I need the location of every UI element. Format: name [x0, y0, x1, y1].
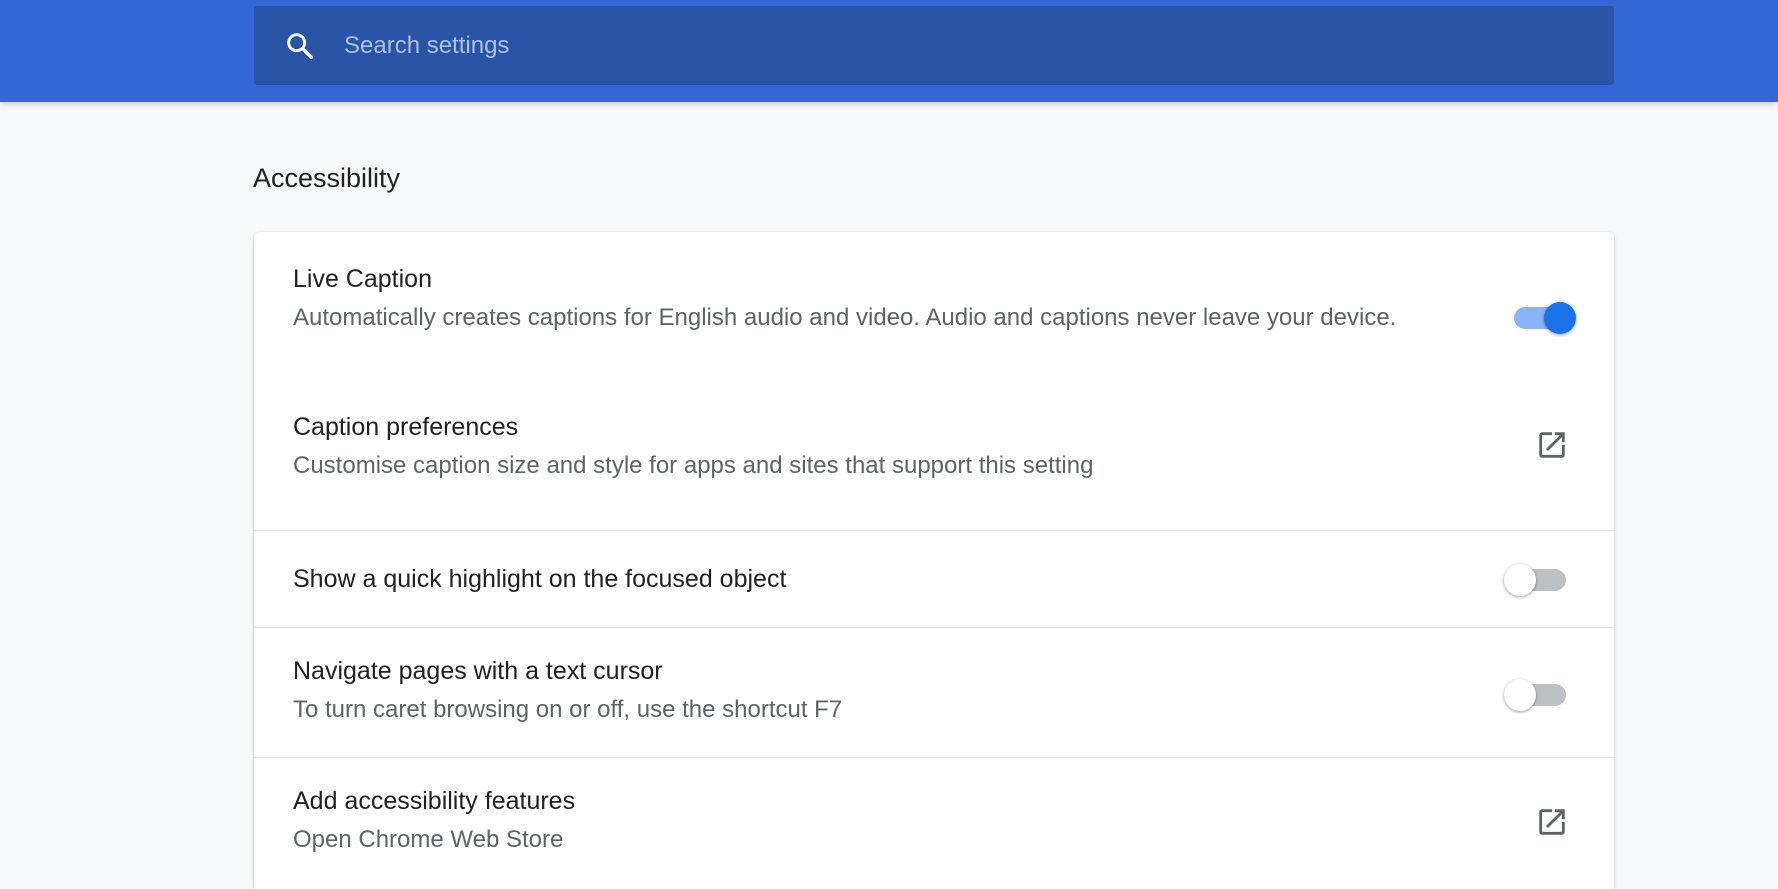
- open-in-new-icon[interactable]: [1532, 802, 1572, 842]
- setting-title: Live Caption: [293, 265, 432, 293]
- setting-row-caption-preferences[interactable]: Caption preferences Customise caption si…: [254, 388, 1614, 534]
- search-box[interactable]: [254, 6, 1614, 85]
- search-icon[interactable]: [280, 26, 320, 66]
- quick-highlight-toggle[interactable]: [1504, 559, 1568, 599]
- setting-row-add-accessibility-features[interactable]: Add accessibility features Open Chrome W…: [254, 757, 1614, 889]
- live-caption-toggle[interactable]: [1510, 297, 1576, 337]
- setting-title: Add accessibility features: [293, 787, 576, 815]
- setting-description: To turn caret browsing on or off, use th…: [293, 696, 843, 723]
- open-in-new-icon[interactable]: [1532, 425, 1572, 465]
- caret-browsing-toggle[interactable]: [1504, 674, 1568, 714]
- accessibility-settings-card: Live Caption Automatically creates capti…: [254, 232, 1614, 889]
- setting-row-text-cursor[interactable]: Navigate pages with a text cursor To tur…: [254, 627, 1614, 757]
- setting-description: Open Chrome Web Store: [293, 826, 564, 853]
- setting-description: Automatically creates captions for Engli…: [293, 304, 1397, 331]
- section-title: Accessibility: [253, 163, 401, 193]
- toggle-knob: [1504, 564, 1536, 596]
- settings-header: [0, 0, 1778, 102]
- search-input[interactable]: [342, 24, 1546, 67]
- setting-row-quick-highlight[interactable]: Show a quick highlight on the focused ob…: [254, 530, 1614, 627]
- setting-title: Show a quick highlight on the focused ob…: [293, 565, 787, 593]
- setting-title: Navigate pages with a text cursor: [293, 657, 663, 685]
- setting-row-live-caption[interactable]: Live Caption Automatically creates capti…: [254, 232, 1614, 388]
- setting-description: Customise caption size and style for app…: [293, 452, 1094, 479]
- toggle-knob: [1504, 679, 1536, 711]
- setting-title: Caption preferences: [293, 413, 519, 441]
- toggle-knob: [1544, 302, 1576, 334]
